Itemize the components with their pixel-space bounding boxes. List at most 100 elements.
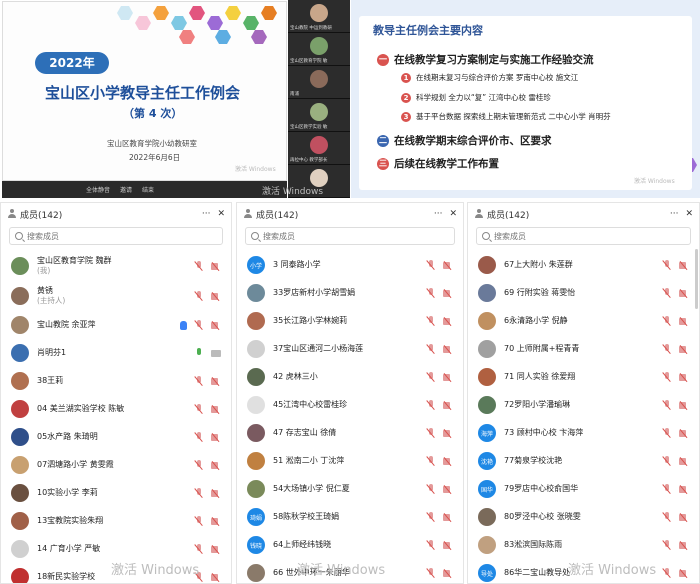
camera-off-icon[interactable]	[443, 317, 453, 325]
camera-off-icon[interactable]	[679, 541, 689, 549]
mic-off-icon[interactable]	[427, 316, 435, 326]
member-row[interactable]: 70 上师附属+程青青	[468, 335, 699, 363]
camera-off-icon[interactable]	[679, 513, 689, 521]
member-row[interactable]: 71 同人实验 徐爱翔	[468, 363, 699, 391]
camera-off-icon[interactable]	[211, 405, 221, 413]
camera-off-icon[interactable]	[211, 545, 221, 553]
more-icon[interactable]: ···	[434, 209, 443, 219]
member-row[interactable]: 小学 3 同泰路小学	[237, 251, 463, 279]
camera-off-icon[interactable]	[679, 485, 689, 493]
mic-off-icon[interactable]	[663, 456, 671, 466]
invite-button[interactable]: 邀请	[120, 185, 132, 194]
member-row[interactable]: 钱晓 64上师经纬钱晓	[237, 531, 463, 559]
mic-off-icon[interactable]	[195, 544, 203, 554]
mic-off-icon[interactable]	[663, 540, 671, 550]
more-icon[interactable]: ···	[670, 209, 679, 219]
mic-off-icon[interactable]	[663, 316, 671, 326]
camera-off-icon[interactable]	[211, 461, 221, 469]
member-row[interactable]: 国华 79罗店中心校俞国华	[468, 475, 699, 503]
member-search[interactable]	[9, 227, 223, 245]
camera-off-icon[interactable]	[443, 569, 453, 577]
member-row[interactable]: 13宝教院实验朱翔	[1, 507, 231, 535]
end-button[interactable]: 结束	[142, 185, 154, 194]
member-row[interactable]: 6永清路小学 倪静	[468, 307, 699, 335]
member-row[interactable]: 38王莉	[1, 367, 231, 395]
mic-off-icon[interactable]	[663, 512, 671, 522]
member-row[interactable]: 37宝山区通河二小杨海莲	[237, 335, 463, 363]
mic-off-icon[interactable]	[663, 400, 671, 410]
camera-off-icon[interactable]	[679, 429, 689, 437]
camera-off-icon[interactable]	[443, 429, 453, 437]
camera-off-icon[interactable]	[211, 377, 221, 385]
member-row[interactable]: 05水产路 朱琦明	[1, 423, 231, 451]
member-row[interactable]: 沈艳 77菊泉学校沈艳	[468, 447, 699, 475]
mic-off-icon[interactable]	[663, 260, 671, 270]
search-input[interactable]	[27, 231, 217, 241]
video-tile[interactable]	[288, 165, 350, 198]
search-input[interactable]	[494, 231, 685, 241]
mic-off-icon[interactable]	[663, 372, 671, 382]
video-tile[interactable]: 再拉中心 教学部长	[288, 132, 350, 165]
camera-off-icon[interactable]	[443, 289, 453, 297]
mic-off-icon[interactable]	[195, 572, 203, 582]
mic-off-icon[interactable]	[195, 320, 203, 330]
mic-off-icon[interactable]	[663, 428, 671, 438]
camera-off-icon[interactable]	[443, 457, 453, 465]
member-row[interactable]: 宝山区教育学院 魏群 (我)	[1, 251, 231, 281]
member-row[interactable]: 14 广育小学 严敏	[1, 535, 231, 563]
member-row[interactable]: 45江湾中心校雷桂珍	[237, 391, 463, 419]
member-row[interactable]: 51 淞南二小 丁沈萍	[237, 447, 463, 475]
camera-off-icon[interactable]	[443, 261, 453, 269]
mic-off-icon[interactable]	[195, 460, 203, 470]
camera-off-icon[interactable]	[679, 261, 689, 269]
camera-off-icon[interactable]	[443, 541, 453, 549]
camera-off-icon[interactable]	[443, 513, 453, 521]
camera-off-icon[interactable]	[679, 401, 689, 409]
mic-off-icon[interactable]	[195, 516, 203, 526]
camera-off-icon[interactable]	[679, 457, 689, 465]
mic-off-icon[interactable]	[663, 484, 671, 494]
camera-off-icon[interactable]	[443, 401, 453, 409]
member-row[interactable]: 07泗塘路小学 黄雯霞	[1, 451, 231, 479]
mic-off-icon[interactable]	[195, 488, 203, 498]
close-icon[interactable]: ✕	[685, 209, 693, 219]
member-row[interactable]: 33罗店新村小学胡雪娟	[237, 279, 463, 307]
camera-off-icon[interactable]	[443, 373, 453, 381]
member-row[interactable]: 宝山教院 余亚萍	[1, 311, 231, 339]
camera-off-icon[interactable]	[211, 321, 221, 329]
mic-off-icon[interactable]	[427, 344, 435, 354]
member-row[interactable]: 42 虎林三小	[237, 363, 463, 391]
member-search[interactable]	[476, 227, 691, 245]
camera-off-icon[interactable]	[679, 569, 689, 577]
mic-off-icon[interactable]	[427, 260, 435, 270]
mic-on-icon[interactable]	[195, 348, 203, 358]
member-row[interactable]: 04 美兰湖实验学校 陈敏	[1, 395, 231, 423]
member-row[interactable]: 72罗阳小学潘瑜琳	[468, 391, 699, 419]
mic-off-icon[interactable]	[427, 372, 435, 382]
mic-off-icon[interactable]	[195, 404, 203, 414]
member-row[interactable]: 导处 86华二宝山教导处	[468, 559, 699, 583]
mic-off-icon[interactable]	[427, 512, 435, 522]
mic-off-icon[interactable]	[663, 288, 671, 298]
mic-off-icon[interactable]	[427, 456, 435, 466]
mic-off-icon[interactable]	[663, 568, 671, 578]
camera-off-icon[interactable]	[679, 345, 689, 353]
camera-off-icon[interactable]	[211, 262, 221, 270]
video-tile[interactable]: 宝山区教学实验 敏	[288, 99, 350, 132]
mic-off-icon[interactable]	[427, 484, 435, 494]
scrollbar[interactable]	[695, 249, 698, 309]
member-search[interactable]	[245, 227, 455, 245]
mic-off-icon[interactable]	[427, 540, 435, 550]
video-tile[interactable]: 宝山教院 中运到教研	[288, 0, 350, 33]
camera-off-icon[interactable]	[211, 433, 221, 441]
camera-off-icon[interactable]	[679, 373, 689, 381]
camera-icon[interactable]	[211, 349, 221, 357]
member-row[interactable]: 18新民实验学校	[1, 563, 231, 583]
close-icon[interactable]: ✕	[449, 209, 457, 219]
member-row[interactable]: 肖明芬1	[1, 339, 231, 367]
member-row[interactable]: 83淞滨国际陈雨	[468, 531, 699, 559]
camera-off-icon[interactable]	[443, 345, 453, 353]
member-row[interactable]: 54大场镇小学 倪仁夏	[237, 475, 463, 503]
member-row[interactable]: 69 行附实验 蒋雯怡	[468, 279, 699, 307]
video-tile[interactable]: 宝山区教育学院 敏	[288, 33, 350, 66]
